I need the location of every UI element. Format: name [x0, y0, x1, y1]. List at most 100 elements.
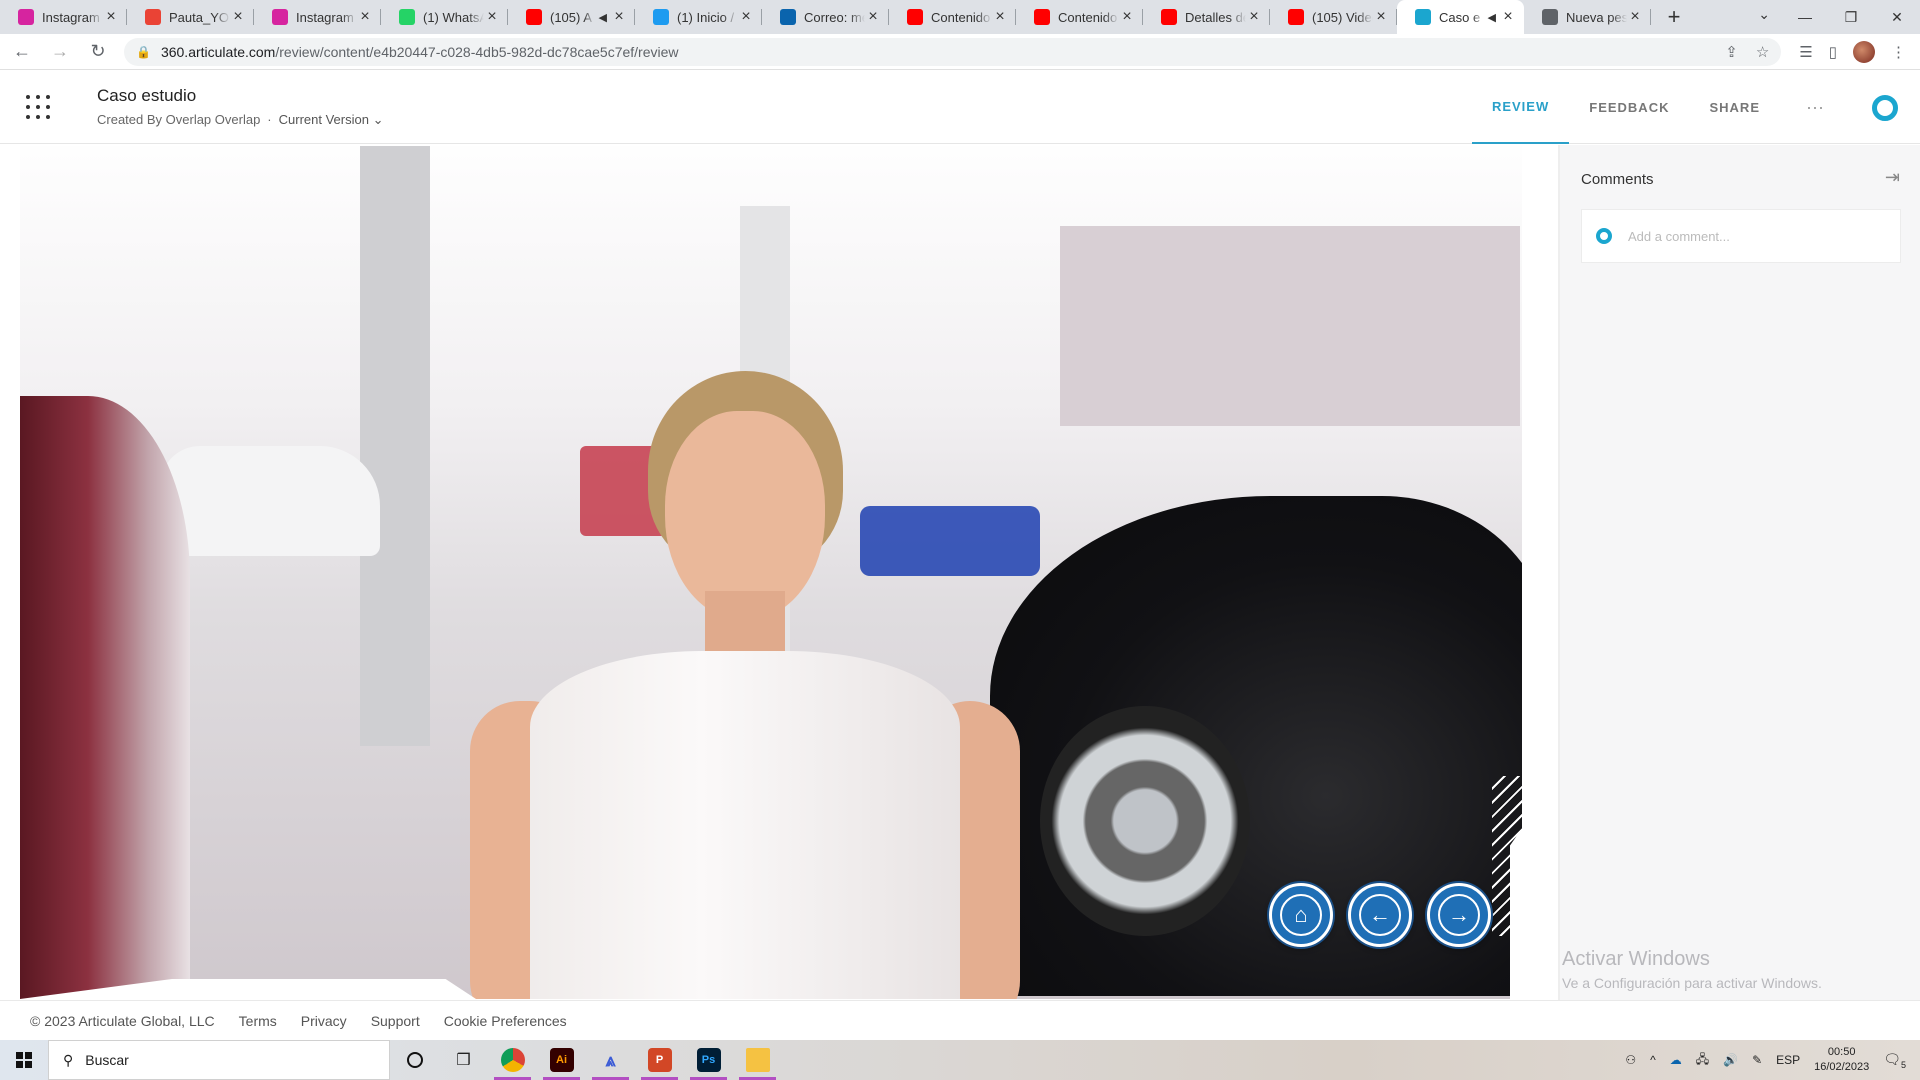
whatsapp-icon	[399, 9, 415, 25]
photoshop-icon: Ps	[696, 1048, 721, 1072]
close-tab-icon[interactable]: ×	[1627, 8, 1643, 26]
cortana-button[interactable]	[390, 1040, 439, 1080]
comment-box[interactable]	[1581, 209, 1901, 263]
chevron-up-icon[interactable]: ^	[1650, 1053, 1656, 1067]
browser-tab[interactable]: Contenido ×	[889, 0, 1016, 34]
footer-link-cookies[interactable]: Cookie Preferences	[444, 1013, 567, 1029]
windows-activation-watermark: Activar Windows Ve a Configuración para …	[1562, 948, 1822, 991]
taskbar-search[interactable]: ⚲ Buscar	[48, 1040, 390, 1080]
close-window-button[interactable]: ✕	[1874, 0, 1920, 34]
pen-icon[interactable]: ✎	[1752, 1053, 1762, 1067]
browser-tab[interactable]: Correo: me ×	[762, 0, 889, 34]
clock[interactable]: 00:50 16/02/2023	[1814, 1045, 1869, 1075]
user-avatar-icon	[1596, 228, 1612, 244]
apps-grid-icon[interactable]	[26, 95, 50, 119]
browser-tab[interactable]: Nueva pest ×	[1524, 0, 1651, 34]
tab-feedback[interactable]: FEEDBACK	[1569, 71, 1689, 144]
task-view-button[interactable]: ❒	[439, 1040, 488, 1080]
taskbar-chrome[interactable]	[488, 1040, 537, 1080]
tab-search-icon[interactable]: ⌄	[1758, 6, 1770, 23]
browser-tab[interactable]: Pauta_YO C×	[127, 0, 254, 34]
close-tab-icon[interactable]: ×	[484, 8, 500, 26]
browser-tab[interactable]: Instagram ×	[254, 0, 381, 34]
more-options-icon[interactable]: ···	[1780, 71, 1850, 144]
network-icon[interactable]: 🖧	[1696, 1050, 1709, 1071]
close-tab-icon[interactable]: ×	[992, 8, 1008, 26]
start-button[interactable]	[0, 1040, 48, 1080]
chevron-down-icon: ⌄	[372, 112, 384, 127]
slide-next-button[interactable]: →	[1427, 883, 1491, 947]
address-bar[interactable]: 🔒 360.articulate.com/review/content/e4b2…	[124, 37, 1782, 66]
comment-input[interactable]	[1628, 228, 1868, 244]
browser-tab[interactable]: Instagram ×	[0, 0, 127, 34]
created-by: Created By Overlap Overlap	[97, 112, 261, 127]
share-page-icon[interactable]: ⇪	[1725, 43, 1738, 61]
close-tab-icon[interactable]: ×	[103, 8, 119, 26]
close-tab-icon[interactable]: ×	[611, 8, 627, 26]
notifications-icon[interactable]: 🗨5	[1883, 1051, 1906, 1070]
people-icon[interactable]: ⚇	[1625, 1053, 1636, 1067]
close-tab-icon[interactable]: ×	[1246, 8, 1262, 26]
footer-link-support[interactable]: Support	[371, 1013, 420, 1029]
taskbar-powerpoint[interactable]: P	[635, 1040, 684, 1080]
browser-tab[interactable]: Caso e ◀ ×	[1397, 0, 1524, 34]
review-nav: REVIEW FEEDBACK SHARE ···	[1471, 71, 1920, 144]
taskbar-illustrator[interactable]: Ai	[537, 1040, 586, 1080]
footer-link-privacy[interactable]: Privacy	[301, 1013, 347, 1029]
tab-label: Instagram	[296, 9, 354, 25]
reading-list-icon[interactable]: ☰	[1799, 43, 1812, 61]
browser-tab[interactable]: (105) Video ×	[1270, 0, 1397, 34]
volume-icon[interactable]: 🔊	[1723, 1053, 1738, 1067]
slide-prev-button[interactable]: ←	[1348, 883, 1412, 947]
browser-tab[interactable]: (1) Inicio / T×	[635, 0, 762, 34]
restore-button[interactable]: ❐	[1828, 0, 1874, 34]
browser-menu-icon[interactable]: ⋮	[1891, 43, 1906, 61]
taskbar-photoshop[interactable]: Ps	[684, 1040, 733, 1080]
watermark-title: Activar Windows	[1562, 948, 1710, 970]
browser-tab[interactable]: (105) A ◀ ×	[508, 0, 635, 34]
side-panel-icon[interactable]: ▯	[1829, 43, 1837, 61]
stripes-decoration	[1492, 776, 1540, 936]
tab-share[interactable]: SHARE	[1689, 71, 1780, 144]
tab-label: (1) Inicio / T	[677, 9, 738, 25]
language-indicator[interactable]: ESP	[1776, 1053, 1800, 1067]
slide-home-button[interactable]: ⌂	[1269, 883, 1333, 947]
profile-avatar[interactable]	[1853, 40, 1875, 63]
close-tab-icon[interactable]: ×	[1373, 8, 1389, 26]
bookmark-star-icon[interactable]: ☆	[1756, 43, 1769, 61]
system-tray: ⚇ ^ ☁ 🖧 🔊 ✎ ESP 00:50 16/02/2023 🗨5	[1625, 1040, 1920, 1080]
powerpoint-icon: P	[647, 1048, 672, 1072]
close-tab-icon[interactable]: ×	[1119, 8, 1135, 26]
speaker-icon[interactable]: ◀	[1488, 11, 1496, 24]
minimize-button[interactable]: —	[1782, 0, 1828, 34]
footer-link-terms[interactable]: Terms	[239, 1013, 277, 1029]
close-tab-icon[interactable]: ×	[357, 8, 373, 26]
version-dropdown[interactable]: Current Version ⌄	[279, 112, 384, 127]
window-controls: — ❐ ✕	[1782, 0, 1920, 34]
account-logo[interactable]	[1850, 71, 1920, 144]
close-tab-icon[interactable]: ×	[865, 8, 881, 26]
url-path: /review/content/e4b20447-c028-4db5-982d-…	[275, 43, 679, 60]
speaker-icon[interactable]: ◀	[599, 11, 607, 24]
browser-tab[interactable]: Detalles del×	[1143, 0, 1270, 34]
new-tab-button[interactable]: +	[1659, 4, 1689, 30]
illustrator-icon: Ai	[549, 1048, 574, 1072]
tab-label: Instagram	[42, 9, 100, 25]
onedrive-icon[interactable]: ☁	[1670, 1053, 1682, 1067]
browser-tab[interactable]: (1) WhatsAp×	[381, 0, 508, 34]
reload-button[interactable]: ↻	[82, 36, 114, 68]
close-tab-icon[interactable]: ×	[230, 8, 246, 26]
taskbar-file-explorer[interactable]	[733, 1040, 782, 1080]
browser-tab[interactable]: Contenido ×	[1016, 0, 1143, 34]
collapse-panel-icon[interactable]: ⇥	[1885, 167, 1900, 188]
taskbar-app[interactable]: ⩓	[586, 1040, 635, 1080]
close-tab-icon[interactable]: ×	[1500, 8, 1516, 26]
windows-taskbar: ⚲ Buscar ❒ Ai ⩓ P Ps ⚇ ^ ☁ 🖧 🔊 ✎ ESP 00:…	[0, 1040, 1920, 1080]
red-car-foreground	[20, 396, 190, 999]
close-tab-icon[interactable]: ×	[738, 8, 754, 26]
tab-review[interactable]: REVIEW	[1471, 71, 1570, 144]
back-button[interactable]: ←	[6, 36, 38, 68]
slide-viewer[interactable]: ⌂ ← →	[20, 146, 1540, 999]
forward-button[interactable]: →	[44, 36, 76, 68]
lock-icon: 🔒	[136, 44, 151, 59]
